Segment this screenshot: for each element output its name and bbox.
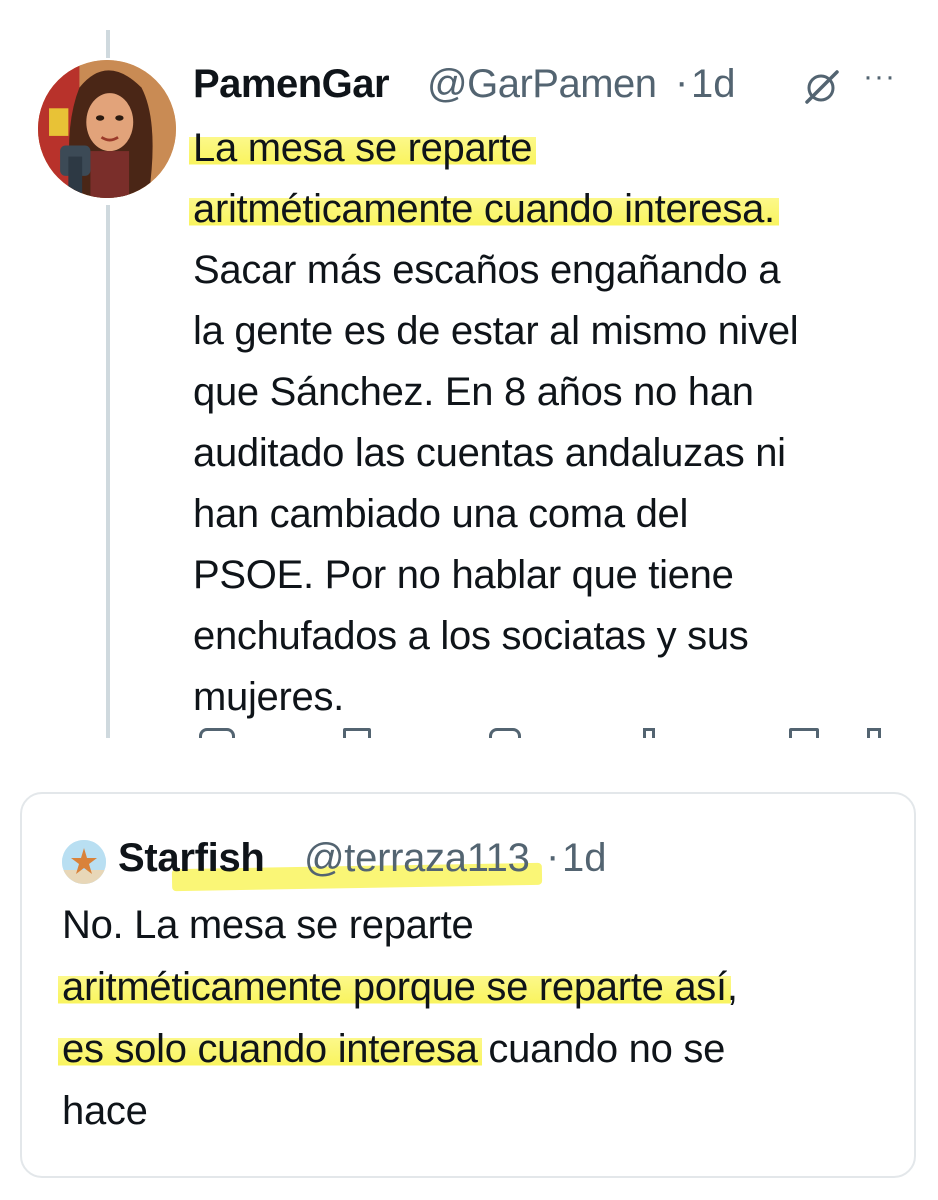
quoted-avatar[interactable] — [62, 840, 106, 884]
author-handle[interactable]: @GarPamen — [427, 62, 657, 107]
tweet-line: mujeres. — [193, 675, 344, 719]
views-icon[interactable] — [643, 728, 655, 738]
quoted-line: hace — [62, 1089, 148, 1133]
tweet-line: PSOE. Por no hablar que tiene — [193, 553, 734, 597]
separator: · — [675, 60, 689, 104]
quoted-line: aritméticamente porque se reparte así, — [58, 956, 902, 1018]
tweet-line: la gente es de estar al mismo nivel — [193, 309, 799, 353]
reply-icon[interactable] — [199, 728, 235, 738]
tweet-line: aritméticamente cuando interesa. — [189, 179, 893, 240]
avatar-image — [38, 60, 176, 198]
quoted-timestamp[interactable]: 1d — [562, 836, 607, 881]
quoted-author-handle[interactable]: @terraza113 — [304, 836, 530, 881]
quoted-line: No. La mesa se reparte — [62, 903, 474, 947]
tweet-line: auditado las cuentas andaluzas ni — [193, 431, 786, 475]
tweet-line: enchufados a los sociatas y sus — [193, 614, 749, 658]
quoted-text: No. La mesa se reparte aritméticamente p… — [58, 894, 902, 1142]
grok-icon[interactable] — [801, 66, 843, 108]
separator: · — [546, 834, 560, 878]
action-bar — [193, 728, 893, 738]
quoted-line: es solo cuando interesa cuando no se — [58, 1018, 902, 1080]
tweet-line: La mesa se reparte — [189, 118, 893, 179]
tweet-line: han cambiado una coma del — [193, 492, 689, 536]
starfish-avatar-image — [62, 840, 106, 884]
avatar[interactable] — [38, 60, 176, 198]
like-icon[interactable] — [489, 728, 521, 738]
timestamp[interactable]: 1d — [691, 62, 736, 107]
quoted-tweet[interactable]: Starfish @terraza113 · 1d No. La mesa se… — [20, 792, 916, 1178]
author-name[interactable]: PamenGar — [193, 62, 390, 107]
tweet-header: PamenGar @GarPamen · 1d ··· — [193, 60, 896, 110]
bookmark-icon[interactable] — [789, 728, 819, 738]
quoted-header: Starfish @terraza113 · 1d — [118, 834, 818, 886]
tweet-text: La mesa se reparte aritméticamente cuand… — [189, 118, 893, 728]
share-icon[interactable] — [867, 728, 881, 738]
thread-line — [106, 205, 110, 738]
tweet-line: Sacar más escaños engañando a — [193, 248, 781, 292]
thread-line-top — [106, 30, 110, 58]
tweet-line: que Sánchez. En 8 años no han — [193, 370, 754, 414]
more-icon[interactable]: ··· — [863, 60, 896, 94]
retweet-icon[interactable] — [343, 728, 371, 738]
quoted-author-name[interactable]: Starfish — [118, 836, 265, 881]
